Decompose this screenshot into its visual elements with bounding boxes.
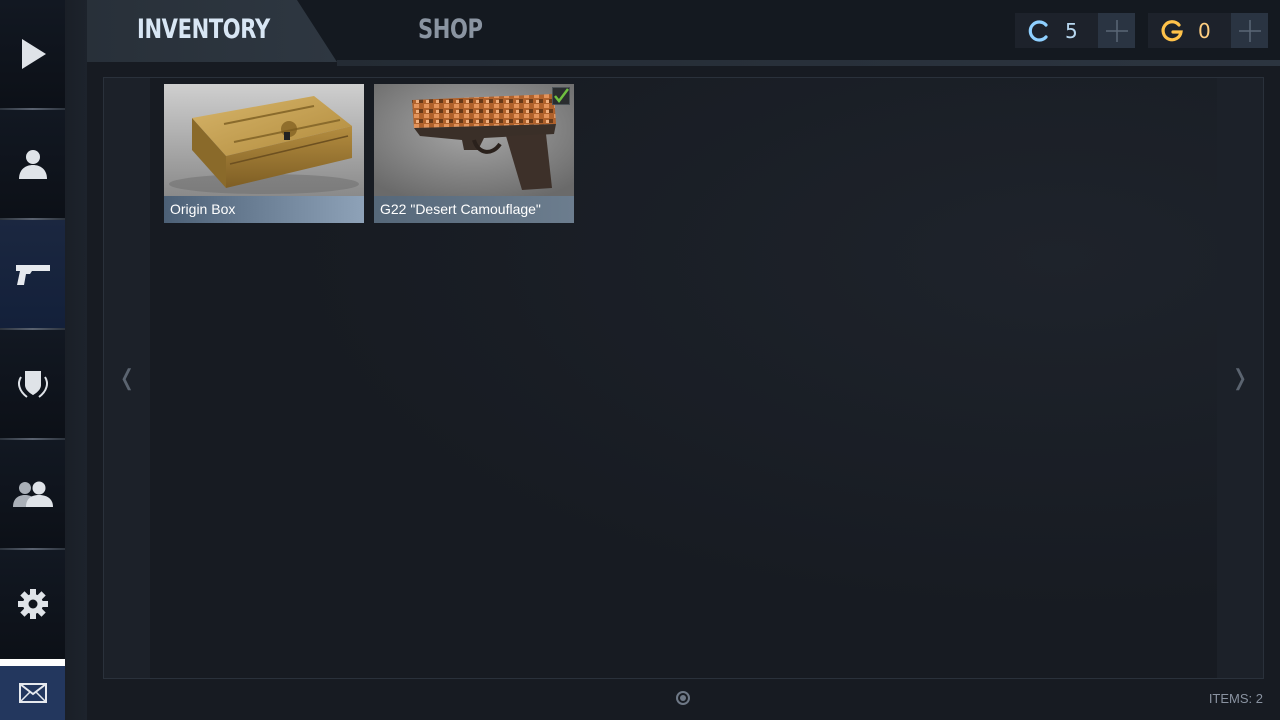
inventory-grid: Origin Box G22 "Desert Camouflage": [150, 78, 1218, 678]
inventory-item-origin-box[interactable]: Origin Box: [164, 84, 364, 223]
chevron-left-icon: ❬: [117, 365, 137, 390]
sidebar: [0, 0, 65, 720]
item-name: Origin Box: [164, 196, 364, 223]
gear-icon: [17, 589, 48, 619]
friends-icon: [12, 481, 53, 507]
item-name: G22 "Desert Camouflage": [374, 196, 574, 223]
next-page-button[interactable]: ❭: [1217, 78, 1263, 678]
sidebar-play-button[interactable]: [0, 0, 65, 108]
plus-icon: [1238, 19, 1261, 42]
origin-box-image: [164, 84, 364, 196]
sidebar-edge: [65, 0, 87, 720]
pistol-icon: [15, 265, 50, 285]
chevron-right-icon: ❭: [1230, 365, 1250, 390]
sidebar-inventory-button[interactable]: [0, 220, 65, 328]
g22-pistol-image: [374, 84, 574, 196]
credits-amount: 5: [1065, 18, 1078, 43]
prev-page-button[interactable]: ❬: [104, 78, 150, 678]
inventory-item-g22-desert-camouflage[interactable]: G22 "Desert Camouflage": [374, 84, 574, 223]
page-indicator-dot[interactable]: [676, 691, 690, 705]
equipped-checkbox: [552, 87, 570, 105]
credits-c-icon: [1028, 19, 1048, 42]
add-credits-button[interactable]: [1098, 13, 1135, 48]
credits-currency: 5: [1015, 13, 1135, 48]
sidebar-profile-button[interactable]: [0, 110, 65, 218]
mail-button[interactable]: [0, 666, 65, 720]
tab-inventory[interactable]: INVENTORY: [137, 14, 270, 45]
gold-amount: 0: [1198, 18, 1211, 43]
play-icon: [21, 39, 46, 69]
mail-icon: [18, 683, 47, 703]
sidebar-settings-button[interactable]: [0, 550, 65, 658]
plus-icon: [1105, 19, 1128, 42]
checkmark-icon: [554, 88, 569, 104]
inventory-panel: ❬ Origin Box G22 "Desert Camouflage" ❭: [103, 77, 1264, 679]
items-count: ITEMS: 2: [1208, 691, 1263, 706]
tab-shop[interactable]: SHOP: [418, 14, 483, 45]
sidebar-rank-button[interactable]: [0, 330, 65, 438]
sidebar-friends-button[interactable]: [0, 440, 65, 548]
add-gold-button[interactable]: [1231, 13, 1268, 48]
header-divider: [337, 60, 1280, 66]
profile-icon: [18, 150, 47, 179]
gold-g-icon: [1161, 19, 1183, 41]
rank-badge-icon: [17, 371, 48, 398]
gold-currency: 0: [1148, 13, 1268, 48]
